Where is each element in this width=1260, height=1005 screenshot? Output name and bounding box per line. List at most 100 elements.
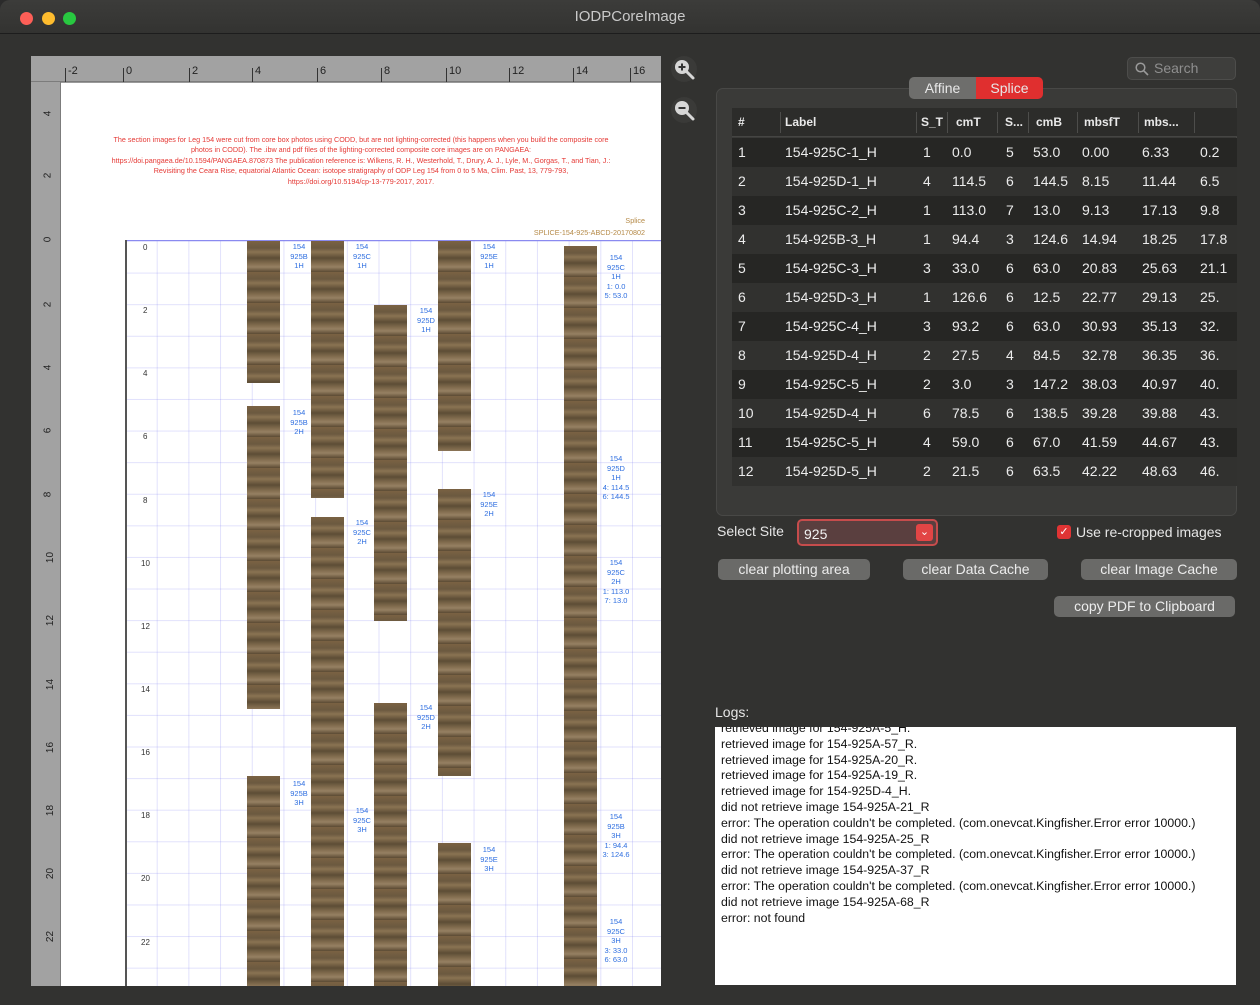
zoom-out-button[interactable]: [671, 97, 697, 123]
depth-label: 14: [141, 685, 150, 694]
depth-label: 8: [143, 496, 148, 505]
log-line: error: The operation couldn't be complet…: [721, 815, 1196, 830]
ruler-label: 14: [576, 65, 589, 77]
use-recropped-label[interactable]: Use re-cropped images: [1076, 524, 1222, 540]
table-row[interactable]: 10 154-925D-4_H 6 78.5 6 138.5 39.28 39.88 43.: [732, 399, 1237, 428]
ruler-label: 2: [42, 172, 54, 179]
table-cell: 39.88: [1142, 405, 1178, 421]
column-separator: [997, 112, 998, 133]
column-header-mbsfb[interactable]: mbs...: [1144, 115, 1179, 129]
ruler-tick: [509, 68, 510, 82]
column-header-mbsft[interactable]: mbsfT: [1084, 115, 1120, 129]
search-field[interactable]: Search: [1127, 57, 1236, 80]
log-lines: retrieved image for 154-925A-5_H. retriev…: [721, 727, 1230, 926]
table-row[interactable]: 9 154-925C-5_H 2 3.0 3 147.2 38.03 40.97 40.: [732, 370, 1237, 399]
table-cell: 46.: [1200, 463, 1220, 479]
copy-pdf-to-clipboard-button[interactable]: copy PDF to Clipboard: [1054, 596, 1235, 617]
table-cell: 21.5: [952, 463, 980, 479]
core-image-splice: [564, 246, 597, 986]
ruler-label: 6: [320, 65, 327, 77]
log-line: retrieved image for 154-925D-4_H.: [721, 784, 912, 799]
affine-splice-segmented-control[interactable]: Affine Splice: [909, 77, 1043, 99]
column-separator: [1028, 112, 1029, 133]
core-label-925B-2H: 154 925B 2H: [290, 408, 308, 436]
splice-title: Splice: [625, 216, 645, 225]
chevron-down-icon[interactable]: ⌄: [916, 524, 933, 541]
column-header-index[interactable]: #: [738, 115, 745, 129]
ruler-tick: [630, 68, 631, 82]
title-bar: IODPCoreImage: [0, 0, 1260, 34]
table-cell: 7: [1006, 202, 1014, 218]
column-header-cmb[interactable]: cmB: [1036, 115, 1062, 129]
table-cell: 94.4: [952, 231, 980, 247]
app-window: IODPCoreImage -2 0 2 4 6 8 10 12 14 16 4 2 0 2 4 6 8 10 1…: [0, 0, 1260, 1005]
table-cell: 63.0: [1033, 260, 1061, 276]
table-row[interactable]: 8 154-925D-4_H 2 27.5 4 84.5 32.78 36.35 36.: [732, 341, 1237, 370]
table-cell: 154-925C-3_H: [785, 260, 877, 276]
depth-label: 10: [141, 559, 150, 568]
ruler-tick: [65, 68, 66, 82]
table-cell: 48.63: [1142, 463, 1178, 479]
core-image-925B-2H: [247, 406, 280, 709]
table-cell: 13.0: [1033, 202, 1061, 218]
table-cell: 3: [923, 260, 931, 276]
table-cell: 17.8: [1200, 231, 1228, 247]
table-row[interactable]: 1 154-925C-1_H 1 0.0 5 53.0 0.00 6.33 0.2: [732, 138, 1237, 167]
table-cell: 6: [1006, 289, 1014, 305]
zoom-in-button[interactable]: [671, 56, 697, 82]
clear-image-cache-button[interactable]: clear Image Cache: [1081, 559, 1237, 580]
table-cell: 32.78: [1082, 347, 1118, 363]
table-cell: 0.0: [952, 144, 972, 160]
segment-affine[interactable]: Affine: [909, 77, 976, 99]
core-label-925C-2H: 154 925C 2H: [353, 518, 371, 546]
table-cell: 14.94: [1082, 231, 1118, 247]
table-cell: 154-925C-1_H: [785, 144, 877, 160]
table-cell: 114.5: [952, 173, 986, 189]
zoom-out-icon: [675, 101, 695, 121]
splice-table[interactable]: # Label S_T cmT S... cmB mbsfT mbs... 11…: [732, 108, 1237, 492]
table-cell: 27.5: [952, 347, 980, 363]
segment-splice[interactable]: Splice: [976, 77, 1043, 99]
table-cell: 2: [738, 173, 746, 189]
ruler-tick: [573, 68, 574, 82]
ruler-tick: [317, 68, 318, 82]
table-cell: 2: [923, 463, 931, 479]
ruler-tick: [252, 68, 253, 82]
table-cell: 1: [738, 144, 746, 160]
clear-plotting-area-button[interactable]: clear plotting area: [718, 559, 870, 580]
use-recropped-checkbox[interactable]: ✓: [1057, 525, 1071, 539]
table-cell: 154-925C-5_H: [785, 434, 877, 450]
column-header-s-t[interactable]: S_T: [921, 115, 943, 129]
table-cell: 1: [923, 231, 931, 247]
table-row[interactable]: 4 154-925B-3_H 1 94.4 3 124.6 14.94 18.25 17.8: [732, 225, 1237, 254]
ruler-label: 14: [45, 678, 57, 691]
column-header-cmt[interactable]: cmT: [956, 115, 981, 129]
table-cell: 17.13: [1142, 202, 1178, 218]
table-row[interactable]: 3 154-925C-2_H 1 113.0 7 13.0 9.13 17.13 9.8: [732, 196, 1237, 225]
table-row[interactable]: 11 154-925C-5_H 4 59.0 6 67.0 41.59 44.67 43.: [732, 428, 1237, 457]
core-image-925D-2H: [374, 703, 407, 986]
core-image-document-view[interactable]: -2 0 2 4 6 8 10 12 14 16 4 2 0 2 4 6 8 10 12 14 16 18 20 22 Th…: [31, 56, 661, 986]
table-cell: 63.0: [1033, 318, 1061, 334]
clear-data-cache-button[interactable]: clear Data Cache: [903, 559, 1048, 580]
table-row[interactable]: 2 154-925D-1_H 4 114.5 6 144.5 8.15 11.44 6.5: [732, 167, 1237, 196]
logs-text-view[interactable]: retrieved image for 154-925A-5_H. retriev…: [715, 727, 1236, 985]
core-label-925B-1H: 154 925B 1H: [290, 242, 308, 270]
depth-label: 6: [143, 432, 148, 441]
table-cell: 35.13: [1142, 318, 1178, 334]
log-line: did not retrieve image 154-925A-21_R: [721, 799, 930, 814]
core-image-925E-1H: [438, 241, 471, 451]
table-row[interactable]: 12 154-925D-5_H 2 21.5 6 63.5 42.22 48.63 46.: [732, 457, 1237, 486]
table-row[interactable]: 5 154-925C-3_H 3 33.0 6 63.0 20.83 25.63 21.1: [732, 254, 1237, 283]
column-header-s-b[interactable]: S...: [1005, 115, 1023, 129]
table-row[interactable]: 7 154-925C-4_H 3 93.2 6 63.0 30.93 35.13 32.: [732, 312, 1237, 341]
table-cell: 67.0: [1033, 434, 1061, 450]
core-label-925E-2H: 154 925E 2H: [480, 490, 498, 518]
table-cell: 1: [923, 289, 931, 305]
table-cell: 43.: [1200, 405, 1220, 421]
table-cell: 138.5: [1033, 405, 1069, 421]
table-row[interactable]: 6 154-925D-3_H 1 126.6 6 12.5 22.77 29.13 25.: [732, 283, 1237, 312]
site-select[interactable]: 925 ⌄: [797, 519, 938, 546]
column-header-label[interactable]: Label: [785, 115, 816, 129]
ruler-label: 20: [45, 867, 57, 880]
